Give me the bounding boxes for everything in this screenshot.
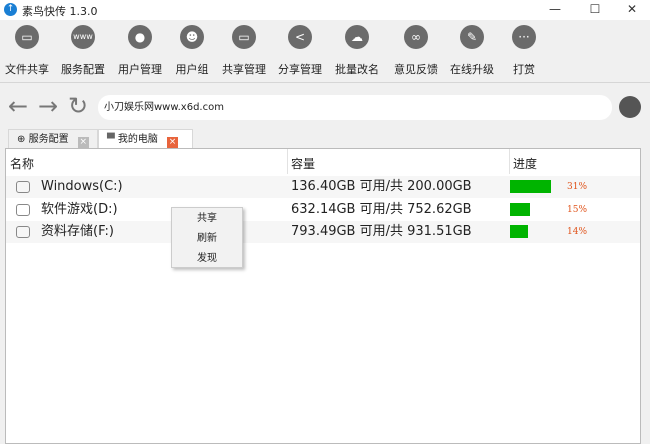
window-title: 素鸟快传 1.3.0 xyxy=(22,5,98,18)
toolbar-label: 分享管理 xyxy=(278,63,322,76)
table-row[interactable]: 软件游戏(D:) 632.14GB 可用/共 752.62GB 15% xyxy=(6,199,640,221)
toolbar-button-9[interactable]: ··· 打赏 xyxy=(496,25,552,77)
toolbar-button-2[interactable]: ● 用户管理 xyxy=(112,25,168,77)
drive-icon xyxy=(16,203,30,216)
tab-service-config[interactable]: ⊕ 服务配置 × xyxy=(8,129,98,149)
toolbar-label: 用户组 xyxy=(175,63,209,76)
user-icon: ● xyxy=(128,25,152,49)
tab-label: 服务配置 xyxy=(28,134,69,145)
toolbar: ▭ 文件共享 www 服务配置 ● 用户管理 ☻ 用户组 ▭ 共享管理 < 分享管理 ☁ 批量改名 ∞ 意见反… xyxy=(0,20,650,83)
drive-icon xyxy=(16,226,30,238)
user-avatar-icon[interactable] xyxy=(619,96,641,118)
share-icon: < xyxy=(288,25,312,49)
drive-name: 软件游戏(D:) xyxy=(41,201,118,217)
tab-label: 我的电脑 xyxy=(117,134,158,145)
pencil-icon: ✎ xyxy=(460,25,484,49)
progress-percent: 15% xyxy=(567,204,588,215)
toolbar-label: 服务配置 xyxy=(61,63,105,76)
toolbar-button-1[interactable]: www 服务配置 xyxy=(55,25,111,77)
chat-icon: ··· xyxy=(512,25,536,49)
address-input[interactable]: 小刀娱乐网www.x6d.com xyxy=(98,95,612,120)
toolbar-label: 打赏 xyxy=(513,63,535,76)
cloud-icon: ☁ xyxy=(345,25,369,49)
menu-item-refresh[interactable]: 刷新 xyxy=(172,229,242,248)
toolbar-button-8[interactable]: ✎ 在线升级 xyxy=(444,25,500,77)
forward-button[interactable]: → xyxy=(38,92,58,120)
header-capacity[interactable]: 容量 xyxy=(291,155,315,172)
globe-icon: ⊕ xyxy=(17,134,26,145)
minimize-button[interactable]: — xyxy=(537,0,573,20)
progress-bar xyxy=(510,202,530,216)
progress-bar xyxy=(510,180,551,193)
toolbar-label: 批量改名 xyxy=(335,63,379,76)
toolbar-label: 文件共享 xyxy=(5,63,49,76)
progress-percent: 14% xyxy=(567,227,588,237)
link-icon: ∞ xyxy=(404,25,428,49)
drive-capacity: 793.49GB 可用/共 931.51GB xyxy=(291,224,472,239)
tab-close-icon[interactable]: × xyxy=(77,137,89,148)
user-group-icon: ☻ xyxy=(180,25,204,49)
monitor-icon: ▭ xyxy=(15,25,39,49)
header-progress[interactable]: 进度 xyxy=(513,155,537,172)
column-divider[interactable] xyxy=(509,149,510,174)
refresh-button[interactable]: ↻ xyxy=(68,92,88,120)
drive-icon xyxy=(16,181,30,193)
progress-bar xyxy=(510,225,529,238)
toolbar-label: 共享管理 xyxy=(222,63,266,76)
drive-capacity: 632.14GB 可用/共 752.62GB xyxy=(291,201,472,217)
toolbar-label: 用户管理 xyxy=(118,63,162,76)
menu-item-discover[interactable]: 发现 xyxy=(172,249,242,268)
drive-capacity: 136.40GB 可用/共 200.00GB xyxy=(291,179,472,194)
drive-name: 资料存储(F:) xyxy=(41,224,114,239)
toolbar-label: 在线升级 xyxy=(450,63,494,76)
toolbar-button-3[interactable]: ☻ 用户组 xyxy=(164,25,220,77)
table-row[interactable]: Windows(C:) 136.40GB 可用/共 200.00GB 31% xyxy=(6,176,640,198)
menu-item-share[interactable]: 共享 xyxy=(172,209,242,228)
toolbar-button-0[interactable]: ▭ 文件共享 xyxy=(0,25,55,77)
title-bar: ↑ 素鸟快传 1.3.0 — ☐ ✕ xyxy=(0,0,650,20)
context-menu: 共享 刷新 发现 xyxy=(171,207,243,268)
drive-name: Windows(C:) xyxy=(41,179,123,194)
maximize-button[interactable]: ☐ xyxy=(577,0,613,20)
toolbar-button-7[interactable]: ∞ 意见反馈 xyxy=(388,25,444,77)
folder-icon: ▭ xyxy=(232,25,256,49)
computer-icon: ▀ xyxy=(107,134,115,145)
table-row[interactable]: 资料存储(F:) 793.49GB 可用/共 931.51GB 14% xyxy=(6,221,640,243)
tab-my-computer[interactable]: ▀ 我的电脑 × xyxy=(98,129,193,150)
column-divider[interactable] xyxy=(287,149,288,174)
toolbar-button-4[interactable]: ▭ 共享管理 xyxy=(216,25,272,77)
close-button[interactable]: ✕ xyxy=(614,0,650,20)
progress-percent: 31% xyxy=(567,182,588,192)
tab-close-icon[interactable]: × xyxy=(167,137,179,148)
drive-list: 名称 容量 进度 Windows(C:) 136.40GB 可用/共 200.00… xyxy=(5,148,641,444)
www-globe-icon: www xyxy=(71,25,95,49)
toolbar-button-6[interactable]: ☁ 批量改名 xyxy=(329,25,385,77)
back-button[interactable]: ← xyxy=(8,92,28,120)
app-logo-icon: ↑ xyxy=(4,3,17,16)
toolbar-button-5[interactable]: < 分享管理 xyxy=(272,25,328,77)
toolbar-label: 意见反馈 xyxy=(394,63,438,76)
header-name[interactable]: 名称 xyxy=(10,155,34,172)
